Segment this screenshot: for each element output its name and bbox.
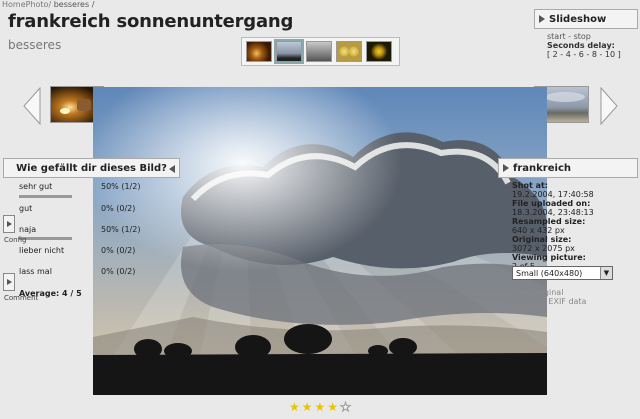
- image-info: Shot at: 19.2.2004, 17:40:58 File upload…: [512, 181, 636, 271]
- vote-percent: 0% (0/2): [101, 267, 136, 276]
- vote-label[interactable]: sehr gut: [19, 182, 52, 191]
- uploaded-value: 18.3.2004, 23:48:13: [512, 208, 594, 217]
- breadcrumb-parent-link[interactable]: HomePhoto/: [2, 0, 51, 9]
- thumbnail-3[interactable]: [306, 41, 332, 62]
- delay-label: Seconds delay:: [547, 41, 615, 50]
- slideshow-controls: start - stop Seconds delay: [ 2 - 4 - 6 …: [547, 32, 621, 59]
- vote-percent: 0% (0/2): [101, 204, 136, 213]
- thumbnail-2-current[interactable]: [274, 39, 304, 64]
- star-rating[interactable]: ★ ★ ★ ★ ★: [289, 401, 352, 414]
- view-exif-link[interactable]: View full EXIF data: [512, 297, 586, 306]
- vote-bar: [19, 195, 72, 198]
- vote-percent: 0% (0/2): [101, 246, 136, 255]
- vote-bar: [19, 237, 72, 240]
- config-label[interactable]: Config: [4, 236, 26, 244]
- resampled-label: Resampled size:: [512, 217, 586, 226]
- previous-arrow-icon[interactable]: [22, 87, 42, 125]
- resampled-value: 640 x 432 px: [512, 226, 565, 235]
- star-icon[interactable]: ★: [327, 401, 338, 413]
- delay-options[interactable]: [ 2 - 4 - 6 - 8 - 10 ]: [547, 50, 621, 59]
- vote-label[interactable]: lass mal: [19, 267, 52, 276]
- next-arrow-icon[interactable]: [599, 87, 619, 125]
- slideshow-title: Slideshow: [549, 13, 607, 25]
- shot-at-value: 19.2.2004, 17:40:58: [512, 190, 594, 199]
- slideshow-panel-header[interactable]: Slideshow: [534, 9, 638, 29]
- vote-label[interactable]: lieber nicht: [19, 246, 64, 255]
- comment-label[interactable]: Comment: [4, 294, 38, 302]
- thumbnail-4[interactable]: [336, 41, 362, 62]
- uploaded-label: File uploaded on:: [512, 199, 591, 208]
- info-title: frankreich: [513, 162, 571, 174]
- star-icon[interactable]: ★: [340, 401, 352, 414]
- rating-panel-header[interactable]: Wie gefällt dir dieses Bild?: [3, 158, 180, 178]
- original-size-value: 3072 x 2075 px: [512, 244, 575, 253]
- vote-label[interactable]: naja: [19, 225, 36, 234]
- page-title: frankreich sonnenuntergang: [8, 11, 294, 32]
- size-select[interactable]: Small (640x480) ▼: [512, 266, 613, 280]
- star-icon[interactable]: ★: [315, 401, 326, 413]
- rating-question: Wie gefällt dir dieses Bild?: [16, 162, 167, 174]
- vote-label[interactable]: gut: [19, 204, 32, 213]
- expand-icon: [503, 164, 509, 172]
- comment-toggle[interactable]: [3, 273, 15, 291]
- expand-icon: [6, 279, 12, 285]
- expand-icon: [6, 221, 12, 227]
- original-size-label: Original size:: [512, 235, 572, 244]
- vote-percent: 50% (1/2): [101, 225, 141, 234]
- vote-percent: 50% (1/2): [101, 182, 141, 191]
- album-subtitle: besseres: [8, 38, 62, 52]
- viewing-label: Viewing picture:: [512, 253, 586, 262]
- view-original-link[interactable]: View original: [512, 288, 563, 297]
- chevron-down-icon[interactable]: ▼: [600, 267, 612, 279]
- breadcrumb-current-link[interactable]: besseres /: [54, 0, 95, 9]
- size-select-value: Small (640x480): [516, 268, 583, 278]
- shot-at-label: Shot at:: [512, 181, 548, 190]
- info-panel-header[interactable]: frankreich: [498, 158, 638, 178]
- star-icon[interactable]: ★: [289, 401, 300, 413]
- start-stop-link[interactable]: start - stop: [547, 32, 621, 41]
- play-icon: [539, 15, 545, 23]
- config-toggle[interactable]: [3, 215, 15, 233]
- thumbnail-1[interactable]: [246, 41, 272, 62]
- thumbnail-5[interactable]: [366, 41, 392, 62]
- collapse-left-icon[interactable]: [169, 165, 175, 173]
- breadcrumb: HomePhoto/ besseres /: [2, 0, 94, 9]
- star-icon[interactable]: ★: [302, 401, 313, 413]
- main-photo[interactable]: [93, 87, 547, 395]
- thumbnail-strip: [241, 37, 400, 66]
